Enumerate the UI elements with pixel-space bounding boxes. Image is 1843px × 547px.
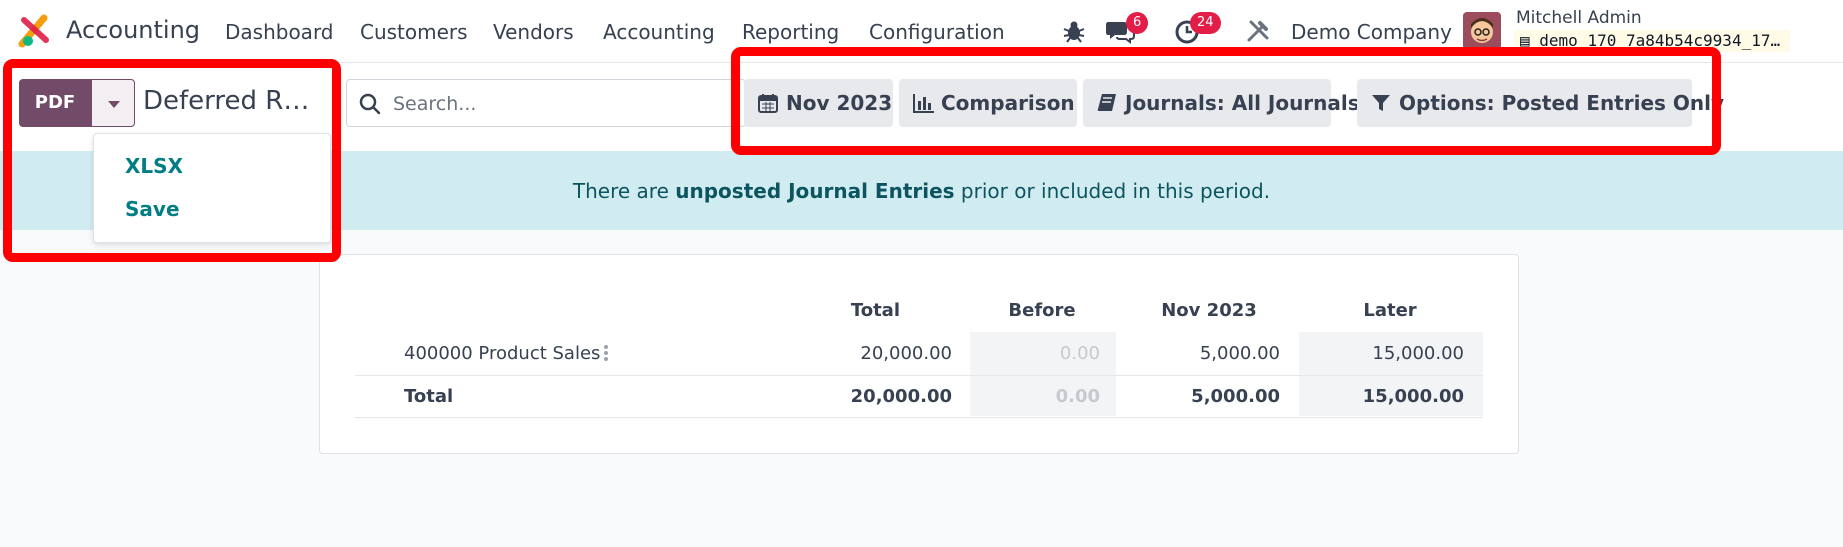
row-label-total: Total <box>404 386 454 407</box>
menu-dashboard[interactable]: Dashboard <box>225 20 334 44</box>
export-dropdown-menu: XLSX Save <box>93 133 331 243</box>
export-dropdown-toggle[interactable] <box>91 79 135 127</box>
app-name[interactable]: Accounting <box>66 16 200 44</box>
comparison-filter-label: Comparison <box>941 91 1075 115</box>
unposted-entries-link[interactable]: unposted Journal Entries <box>675 179 954 203</box>
options-filter-label: Options: Posted Entries Only <box>1399 91 1725 115</box>
calendar-icon <box>758 94 778 113</box>
menu-accounting[interactable]: Accounting <box>603 20 715 44</box>
alert-suffix: prior or included in this period. <box>954 179 1271 203</box>
search-icon <box>359 93 381 115</box>
menu-reporting[interactable]: Reporting <box>742 20 839 44</box>
column-header-total[interactable]: Total <box>800 300 900 321</box>
cell-total-total: 20,000.00 <box>850 386 952 407</box>
menu-vendors[interactable]: Vendors <box>493 20 574 44</box>
activities-badge: 24 <box>1190 12 1221 34</box>
journals-filter-button[interactable]: Journals: All Journals <box>1083 79 1360 127</box>
column-header-later[interactable]: Later <box>1340 300 1440 321</box>
report-title: Deferred R… <box>143 86 310 116</box>
cell-total-period: 5,000.00 <box>1191 386 1280 407</box>
row-separator <box>355 417 1483 418</box>
pdf-button[interactable]: PDF <box>19 79 91 127</box>
period-filter-label: Nov 2023 <box>786 91 893 115</box>
options-filter-button[interactable]: Options: Posted Entries Only <box>1357 79 1724 127</box>
cell-product-sales-total: 20,000.00 <box>860 343 952 364</box>
comparison-filter-button[interactable]: Comparison <box>899 79 1077 127</box>
user-avatar-icon <box>1463 12 1501 50</box>
menu-configuration[interactable]: Configuration <box>869 20 1005 44</box>
cell-total-before: 0.00 <box>1055 386 1100 407</box>
company-switcher[interactable]: Demo Company <box>1291 20 1452 44</box>
save-report-item[interactable]: Save <box>125 197 180 221</box>
cell-product-sales-before: 0.00 <box>1059 343 1100 364</box>
tools-icon[interactable] <box>1245 18 1271 44</box>
bar-chart-icon <box>913 94 934 113</box>
top-navbar: Accounting Dashboard Customers Vendors A… <box>0 0 1843 63</box>
journals-filter-label: Journals: All Journals <box>1125 91 1360 115</box>
search-box[interactable] <box>346 79 746 127</box>
column-header-period[interactable]: Nov 2023 <box>1140 300 1278 321</box>
menu-customers[interactable]: Customers <box>360 20 468 44</box>
period-filter-button[interactable]: Nov 2023 <box>744 79 893 127</box>
bug-icon[interactable] <box>1061 18 1087 44</box>
column-header-before[interactable]: Before <box>982 300 1102 321</box>
book-icon <box>1097 94 1116 111</box>
database-name: ▤ demo_170_7a84b54c9934_17… <box>1514 30 1791 52</box>
row-label-product-sales[interactable]: 400000 Product Sales <box>404 343 600 364</box>
row-separator <box>355 375 1483 376</box>
cell-total-later: 15,000.00 <box>1362 386 1464 407</box>
filter-icon <box>1372 95 1390 111</box>
cell-product-sales-later: 15,000.00 <box>1372 343 1464 364</box>
app-logo-icon[interactable] <box>18 14 52 48</box>
database-label: demo_170_7a84b54c9934_17… <box>1539 31 1781 50</box>
database-icon: ▤ <box>1520 31 1530 50</box>
export-xlsx-item[interactable]: XLSX <box>125 154 183 178</box>
alert-prefix: There are <box>572 179 676 203</box>
row-actions-kebab-icon[interactable] <box>604 345 608 361</box>
search-input[interactable] <box>393 90 723 118</box>
user-name[interactable]: Mitchell Admin <box>1516 8 1642 28</box>
messages-badge: 6 <box>1126 12 1149 34</box>
caret-down-icon <box>108 101 120 108</box>
cell-product-sales-period[interactable]: 5,000.00 <box>1120 343 1280 364</box>
user-avatar[interactable] <box>1463 12 1501 50</box>
